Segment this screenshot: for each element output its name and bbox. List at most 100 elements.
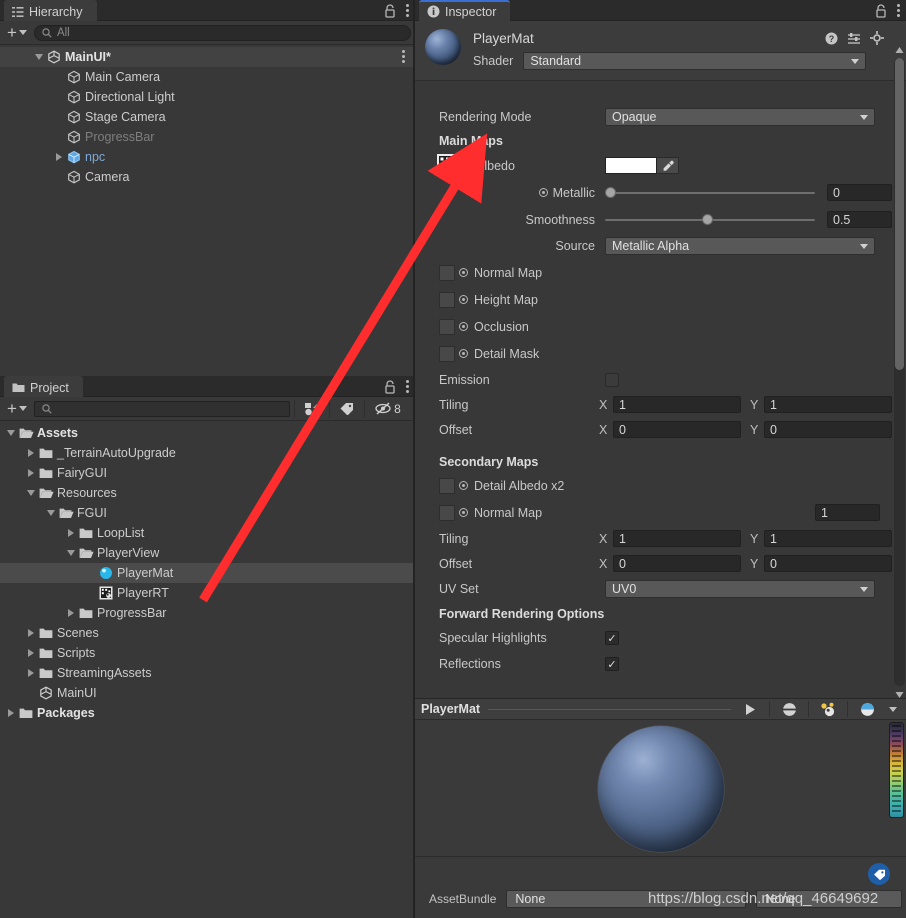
occlusion-texture-slot[interactable]	[439, 318, 455, 335]
secondary-normal-texture-slot[interactable]	[439, 504, 455, 521]
lock-icon[interactable]	[875, 3, 887, 18]
filter-by-label-icon[interactable]	[334, 399, 360, 419]
albedo-target-icon[interactable]	[461, 161, 470, 170]
albedo-texture-slot[interactable]	[437, 154, 457, 177]
tree-row[interactable]: Camera	[0, 167, 415, 187]
expand-arrow-closed[interactable]	[4, 703, 17, 723]
tree-row[interactable]: FGUI	[0, 503, 415, 523]
tree-row[interactable]: ProgressBar	[0, 603, 415, 623]
reflections-checkbox[interactable]: ✓	[605, 657, 619, 671]
tree-row[interactable]: Scenes	[0, 623, 415, 643]
project-search-input[interactable]	[33, 400, 290, 417]
tree-row[interactable]: Packages	[0, 703, 415, 723]
chevron-down-icon[interactable]	[886, 700, 900, 718]
secondary-normal-target-icon[interactable]	[459, 508, 468, 517]
shader-dropdown[interactable]: Standard	[523, 52, 866, 70]
tiling-x-field[interactable]: 1	[613, 396, 741, 413]
assetbundle-variant-dropdown[interactable]: None	[756, 890, 903, 908]
sec-tiling-x-field[interactable]: 1	[613, 530, 741, 547]
detail-albedo-target-icon[interactable]	[459, 481, 468, 490]
tree-row[interactable]: Assets	[0, 423, 415, 443]
inspector-scrollbar-thumb[interactable]	[895, 58, 904, 370]
asset-label-icon[interactable]	[868, 863, 890, 885]
tree-row[interactable]: MainUI	[0, 683, 415, 703]
occlusion-target-icon[interactable]	[459, 322, 468, 331]
hierarchy-search-input[interactable]: All	[33, 24, 411, 41]
normal-map-target-icon[interactable]	[459, 268, 468, 277]
gear-icon[interactable]	[870, 31, 884, 45]
scene-kebab-menu-icon[interactable]	[402, 50, 405, 63]
project-tree[interactable]: Assets _TerrainAutoUpgrade FairyGUI Resourc…	[0, 423, 415, 918]
tree-row[interactable]: Directional Light	[0, 87, 415, 107]
inspector-scrollbar[interactable]	[894, 58, 905, 686]
tree-row[interactable]: ProgressBar	[0, 127, 415, 147]
offset-x-field[interactable]: 0	[613, 421, 741, 438]
normal-map-texture-slot[interactable]	[439, 264, 455, 281]
tree-row[interactable]: Resources	[0, 483, 415, 503]
expand-arrow-closed[interactable]	[24, 643, 37, 663]
height-map-texture-slot[interactable]	[439, 291, 455, 308]
exposure-gradient-slider[interactable]	[889, 722, 904, 818]
kebab-menu-icon[interactable]	[406, 4, 409, 17]
detail-mask-texture-slot[interactable]	[439, 345, 455, 362]
kebab-menu-icon[interactable]	[897, 4, 900, 17]
metallic-slider-knob[interactable]	[605, 187, 616, 198]
hidden-packages-button[interactable]: 8	[369, 399, 407, 419]
rendering-mode-dropdown[interactable]: Opaque	[605, 108, 875, 126]
expand-arrow-open[interactable]	[64, 543, 77, 563]
smoothness-slider[interactable]	[605, 211, 815, 228]
detail-mask-target-icon[interactable]	[459, 349, 468, 358]
tab-hierarchy[interactable]: Hierarchy	[4, 0, 97, 21]
expand-arrow-closed[interactable]	[24, 443, 37, 463]
help-icon[interactable]: ?	[825, 32, 838, 45]
expand-arrow-open[interactable]	[24, 483, 37, 503]
expand-arrow-closed[interactable]	[64, 603, 77, 623]
tree-row[interactable]: LoopList	[0, 523, 415, 543]
tree-row[interactable]: MainUI*	[0, 47, 415, 67]
offset-y-field[interactable]: 0	[764, 421, 892, 438]
tree-row[interactable]: Stage Camera	[0, 107, 415, 127]
preset-icon[interactable]	[847, 32, 861, 45]
specular-highlights-checkbox[interactable]: ✓	[605, 631, 619, 645]
metallic-slider[interactable]	[605, 184, 815, 201]
tree-row[interactable]: Scripts	[0, 643, 415, 663]
source-dropdown[interactable]: Metallic Alpha	[605, 237, 875, 255]
tab-inspector[interactable]: Inspector	[419, 0, 511, 21]
sec-offset-x-field[interactable]: 0	[613, 555, 741, 572]
light-settings-icon[interactable]	[817, 700, 839, 718]
play-icon[interactable]	[739, 700, 761, 718]
tree-row[interactable]: PlayerMat	[0, 563, 415, 583]
smoothness-value-field[interactable]: 0.5	[827, 211, 892, 228]
tree-row[interactable]: FairyGUI	[0, 463, 415, 483]
tree-row[interactable]: Main Camera	[0, 67, 415, 87]
detail-albedo-texture-slot[interactable]	[439, 477, 455, 494]
filter-by-type-icon[interactable]	[299, 399, 325, 419]
tree-row[interactable]: PlayerRT	[0, 583, 415, 603]
sec-offset-y-field[interactable]: 0	[764, 555, 892, 572]
preview-sphere-icon[interactable]	[856, 700, 878, 718]
lock-icon[interactable]	[384, 3, 396, 18]
tree-row[interactable]: _TerrainAutoUpgrade	[0, 443, 415, 463]
expand-arrow-closed[interactable]	[24, 663, 37, 683]
expand-arrow-open[interactable]	[32, 47, 45, 67]
scroll-up-arrow[interactable]	[895, 44, 904, 53]
smoothness-slider-knob[interactable]	[702, 214, 713, 225]
albedo-color-swatch[interactable]	[605, 157, 657, 174]
tree-row[interactable]: PlayerView	[0, 543, 415, 563]
hierarchy-add-button[interactable]: +	[4, 24, 30, 41]
kebab-menu-icon[interactable]	[406, 380, 409, 393]
expand-arrow-open[interactable]	[44, 503, 57, 523]
sec-tiling-y-field[interactable]: 1	[764, 530, 892, 547]
tree-row[interactable]: StreamingAssets	[0, 663, 415, 683]
metallic-value-field[interactable]: 0	[827, 184, 892, 201]
hierarchy-tree[interactable]: MainUI* Main Camera Directional Light Stage…	[0, 47, 415, 376]
emission-checkbox[interactable]	[605, 372, 619, 387]
tab-project[interactable]: Project	[4, 376, 83, 397]
uv-set-dropdown[interactable]: UV0	[605, 580, 875, 598]
tiling-y-field[interactable]: 1	[764, 396, 892, 413]
expand-arrow-closed[interactable]	[52, 147, 65, 167]
lock-icon[interactable]	[384, 379, 396, 394]
assetbundle-name-dropdown[interactable]: None	[506, 890, 747, 908]
expand-arrow-closed[interactable]	[24, 623, 37, 643]
preview-viewport[interactable]	[415, 720, 906, 856]
